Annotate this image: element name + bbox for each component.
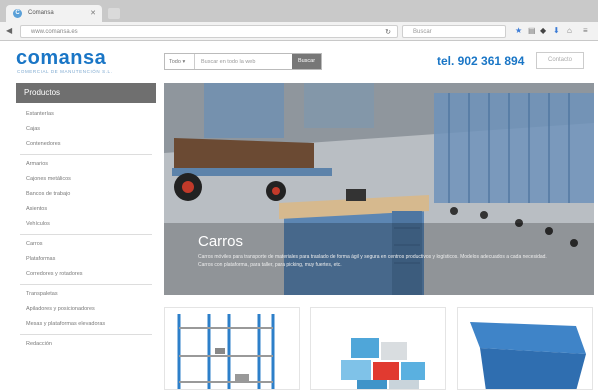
sidebar-item[interactable]: Asientos [16,202,156,217]
web-page: comansa COMERCIAL DE MANUTENCIÓN S.L. To… [0,41,598,390]
sidebar-item[interactable]: Armarios [16,157,156,172]
logo-subtitle: COMERCIAL DE MANUTENCIÓN S.L. [17,69,113,74]
site-logo[interactable]: comansa [16,47,106,70]
sidebar-list: Estanterías Cajas Contenedores Armarios Cajo… [16,103,156,352]
product-card-boxes[interactable] [310,307,446,390]
sidebar-item[interactable]: Cajas [16,122,156,137]
boxes-image [341,338,425,389]
menu-icon[interactable]: ≡ [583,26,588,35]
contact-button[interactable]: Contacto [536,52,584,69]
back-icon[interactable]: ◀ [6,26,12,35]
hero-description: Carros móviles para transporte de materi… [198,254,547,268]
sidebar-item[interactable]: Transpaletas [16,287,156,302]
reload-icon[interactable]: ↻ [385,28,391,36]
container-image [470,322,586,389]
product-card-shelving[interactable] [164,307,300,390]
browser-tab-strip: C Comansa ✕ [0,0,598,22]
close-icon[interactable]: ✕ [90,9,96,17]
tab-title: Comansa [28,10,54,16]
url-text: www.comansa.es [31,29,78,35]
sidebar-title: Productos [16,83,156,103]
home-icon[interactable]: ⌂ [567,26,572,35]
phone-number: tel. 902 361 894 [437,54,525,68]
sidebar-item[interactable]: Bancos de trabajo [16,187,156,202]
product-card-containers[interactable] [457,307,593,390]
bookmark-star-icon[interactable]: ★ [515,26,522,35]
sidebar-item[interactable]: Cajones metálicos [16,172,156,187]
shelving-image [177,314,275,389]
hero-banner[interactable]: Carros Carros móviles para transporte de… [164,83,594,295]
sidebar-item[interactable]: Carros [16,237,156,252]
url-bar[interactable]: www.comansa.es ↻ [20,25,398,38]
sidebar-divider [20,284,152,285]
sidebar-item[interactable]: Contenedores [16,137,156,152]
browser-search-input[interactable]: Buscar [402,25,506,38]
sidebar-item[interactable]: Estanterías [16,107,156,122]
sidebar-item[interactable]: Plataformas [16,252,156,267]
product-sidebar: Productos Estanterías Cajas Contenedores Ar… [16,83,156,390]
sidebar-divider [20,234,152,235]
favicon-icon: C [13,9,22,18]
search-placeholder: Buscar [413,29,432,35]
sidebar-divider [20,154,152,155]
site-search: Todo ▾ Buscar en todo la web Buscar [164,53,322,70]
new-tab-button[interactable] [108,8,120,19]
browser-tab[interactable]: C Comansa ✕ [6,5,102,22]
sidebar-item[interactable]: Mesas y plataformas elevadoras [16,317,156,332]
pocket-icon[interactable]: ◆ [540,26,546,35]
search-input[interactable]: Buscar en todo la web [201,59,255,65]
hero-title: Carros [198,233,244,250]
reading-list-icon[interactable]: ▤ [528,26,536,35]
sidebar-item[interactable]: Redacción [16,337,156,352]
search-scope-select[interactable]: Todo ▾ [165,54,195,69]
sidebar-divider [20,334,152,335]
search-scope-value: Todo [169,59,181,65]
sidebar-item[interactable]: Apiladores y posicionadores [16,302,156,317]
download-icon[interactable]: ⬇ [553,26,560,35]
sidebar-item[interactable]: Vehículos [16,217,156,232]
search-button[interactable]: Buscar [292,54,321,69]
browser-toolbar: ◀ www.comansa.es ↻ Buscar ★ ▤ ◆ ⬇ ⌂ ≡ [0,22,598,41]
sidebar-item[interactable]: Corredores y rotadores [16,267,156,282]
